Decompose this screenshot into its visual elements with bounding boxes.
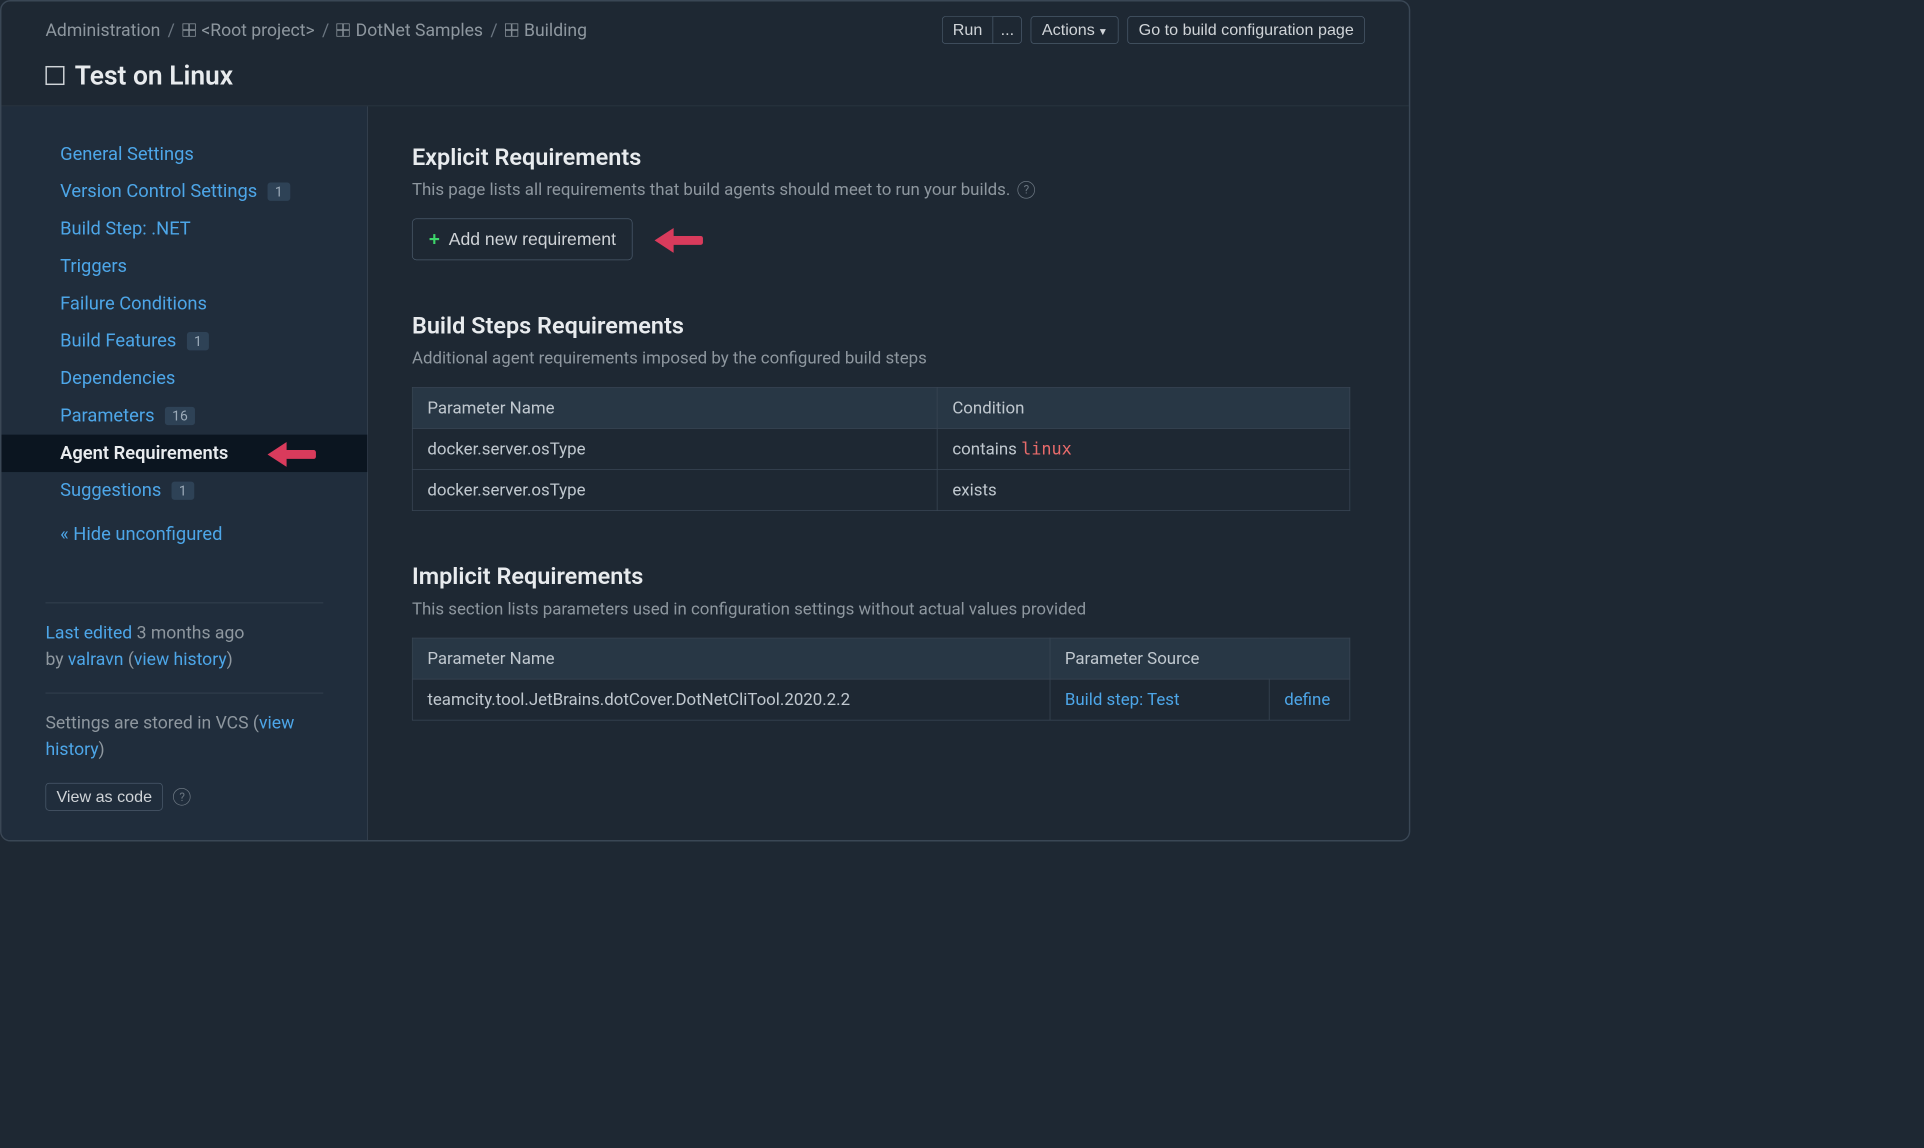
section-subtitle: This section lists parameters used in co… (412, 599, 1365, 619)
sidebar-item-agent-requirements[interactable]: Agent Requirements (1, 435, 367, 472)
view-as-code-button[interactable]: View as code (45, 783, 163, 811)
hide-unconfigured-link[interactable]: « Hide unconfigured (1, 509, 367, 560)
section-title: Explicit Requirements (412, 143, 1365, 171)
run-more-button[interactable]: ... (993, 16, 1023, 44)
main-content: Explicit Requirements This page lists al… (368, 106, 1409, 840)
build-steps-requirements-section: Build Steps Requirements Additional agen… (412, 312, 1365, 511)
user-link[interactable]: valravn (68, 649, 124, 670)
sidebar-item-buildstep[interactable]: Build Step: .NET (1, 210, 367, 247)
explicit-requirements-section: Explicit Requirements This page lists al… (412, 143, 1365, 260)
sidebar-item-general[interactable]: General Settings (1, 136, 367, 173)
project-icon (182, 23, 195, 36)
breadcrumb-root[interactable]: <Root project> (182, 20, 314, 41)
count-badge: 1 (267, 183, 289, 201)
sidebar: General Settings Version Control Setting… (1, 106, 368, 840)
section-subtitle: This page lists all requirements that bu… (412, 180, 1365, 200)
run-button[interactable]: Run (942, 16, 993, 44)
sidebar-item-failure[interactable]: Failure Conditions (1, 285, 367, 322)
build-step-link[interactable]: Build step: Test (1065, 690, 1180, 710)
sidebar-item-parameters[interactable]: Parameters16 (1, 397, 367, 434)
sidebar-item-dependencies[interactable]: Dependencies (1, 360, 367, 397)
col-parameter-name: Parameter Name (412, 638, 1050, 679)
table-row: docker.server.osType contains linux (412, 428, 1350, 469)
header-actions: Run ... Actions▼ Go to build configurati… (942, 16, 1365, 44)
pointer-arrow-icon (268, 443, 316, 464)
chevron-down-icon: ▼ (1098, 26, 1108, 38)
breadcrumb-build[interactable]: Building (505, 20, 587, 41)
sidebar-item-triggers[interactable]: Triggers (1, 248, 367, 285)
help-icon[interactable]: ? (1018, 181, 1036, 199)
sidebar-item-features[interactable]: Build Features1 (1, 323, 367, 360)
goto-config-button[interactable]: Go to build configuration page (1128, 16, 1365, 44)
project-icon (505, 23, 518, 36)
section-subtitle: Additional agent requirements imposed by… (412, 348, 1365, 368)
define-link[interactable]: define (1284, 690, 1330, 710)
col-parameter-source: Parameter Source (1050, 638, 1350, 679)
help-icon[interactable]: ? (173, 788, 191, 806)
view-history-link[interactable]: view history (134, 649, 227, 670)
pointer-arrow-icon (655, 229, 703, 250)
section-title: Build Steps Requirements (412, 312, 1365, 340)
breadcrumb: Administration / <Root project> / DotNet… (45, 20, 587, 41)
implicit-table: Parameter Name Parameter Source teamcity… (412, 638, 1350, 721)
sidebar-item-vcs[interactable]: Version Control Settings1 (1, 173, 367, 210)
header: Administration / <Root project> / DotNet… (1, 1, 1408, 106)
col-parameter-name: Parameter Name (412, 387, 937, 428)
page-title: Test on Linux (75, 60, 233, 91)
build-steps-table: Parameter Name Condition docker.server.o… (412, 387, 1350, 511)
implicit-requirements-section: Implicit Requirements This section lists… (412, 562, 1365, 720)
actions-dropdown[interactable]: Actions▼ (1031, 16, 1119, 44)
col-condition: Condition (937, 387, 1350, 428)
sidebar-item-suggestions[interactable]: Suggestions1 (1, 472, 367, 509)
table-row: teamcity.tool.JetBrains.dotCover.DotNetC… (412, 679, 1350, 720)
count-badge: 1 (172, 482, 194, 500)
last-edited-link[interactable]: Last edited (45, 622, 132, 643)
plus-icon: + (429, 228, 440, 251)
breadcrumb-project[interactable]: DotNet Samples (337, 20, 483, 41)
add-requirement-button[interactable]: + Add new requirement (412, 218, 633, 260)
build-config-icon (45, 66, 64, 85)
breadcrumb-admin[interactable]: Administration (45, 20, 160, 41)
vcs-meta: Settings are stored in VCS (view history… (45, 710, 323, 763)
count-badge: 16 (165, 407, 195, 425)
table-row: docker.server.osType exists (412, 469, 1350, 510)
project-icon (337, 23, 350, 36)
last-edited-meta: Last edited 3 months ago by valravn (vie… (45, 619, 323, 672)
count-badge: 1 (187, 332, 209, 350)
section-title: Implicit Requirements (412, 562, 1365, 590)
